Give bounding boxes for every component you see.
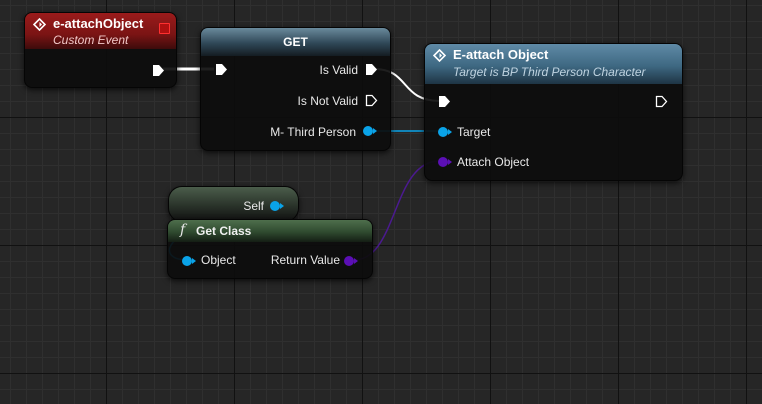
attach-object-function-node[interactable]: E-attach Object Target is BP Third Perso…	[424, 43, 683, 181]
self-label: Self	[243, 199, 264, 213]
event-diamond-icon	[32, 17, 47, 32]
get-class-function-node[interactable]: f Get Class Object Return Value	[167, 219, 373, 279]
self-reference-node[interactable]: Self	[168, 186, 299, 222]
event-title: e-attachObject	[53, 16, 144, 31]
attach-object-label: Attach Object	[457, 155, 530, 169]
object-label: Object	[201, 253, 236, 267]
event-subtitle: Custom Event	[53, 33, 129, 47]
exec-out-pin[interactable]	[655, 95, 668, 108]
function-subtitle: Target is BP Third Person Character	[453, 65, 646, 79]
function-f-icon: f	[180, 222, 186, 238]
custom-event-node[interactable]: e-attachObject Custom Event	[24, 12, 177, 88]
return-value-label: Return Value	[270, 253, 340, 267]
get-title: GET	[283, 35, 308, 49]
variable-object-pin[interactable]	[362, 125, 378, 137]
is-not-valid-label: Is Not Valid	[297, 94, 358, 108]
exec-in-pin[interactable]	[438, 95, 451, 108]
target-label: Target	[457, 125, 491, 139]
exec-in-pin[interactable]	[215, 63, 228, 76]
is-valid-label: Is Valid	[319, 63, 358, 77]
is-not-valid-exec-pin[interactable]	[365, 94, 378, 107]
get-validated-node[interactable]: GET Is Valid Is Not Valid M- Third Perso…	[200, 27, 391, 151]
return-value-class-pin[interactable]	[343, 255, 359, 267]
variable-label: M- Third Person	[270, 125, 356, 139]
object-input-pin[interactable]	[181, 255, 197, 267]
attach-object-class-pin[interactable]	[437, 156, 453, 168]
target-object-pin[interactable]	[437, 126, 453, 138]
exec-out-pin[interactable]	[152, 64, 165, 77]
function-title: E-attach Object	[453, 47, 549, 62]
delegate-pin-icon[interactable]	[159, 23, 170, 34]
get-class-title: Get Class	[196, 224, 252, 238]
is-valid-exec-pin[interactable]	[365, 63, 378, 76]
function-diamond-icon	[432, 48, 447, 63]
self-object-pin[interactable]	[269, 200, 285, 212]
